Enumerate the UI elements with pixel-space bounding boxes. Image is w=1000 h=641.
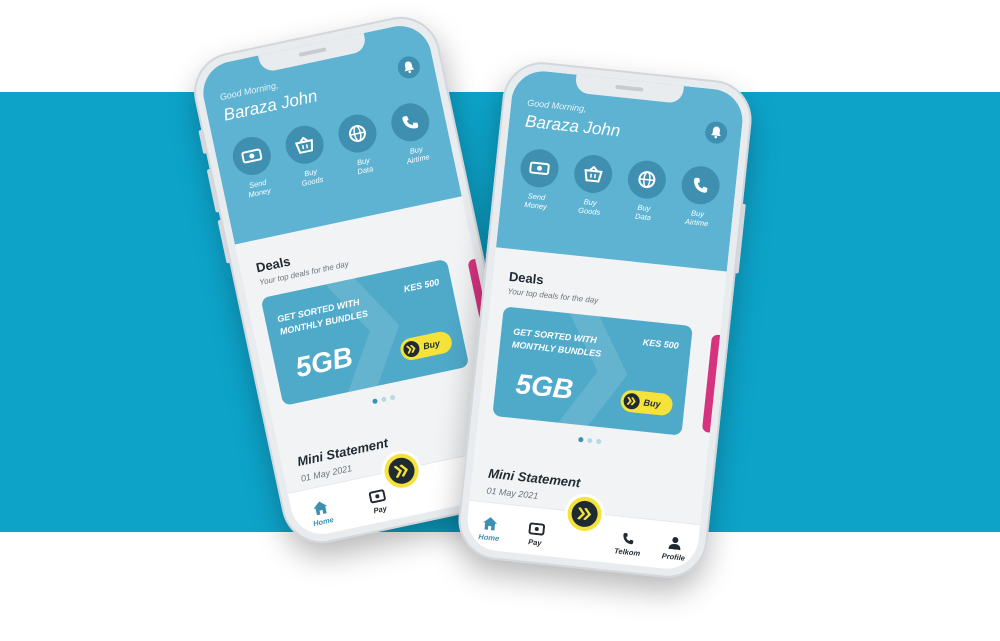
phone-right: Good Morning, Baraza John Send Money Buy… — [454, 58, 756, 582]
cash-icon — [368, 489, 386, 504]
action-label: Buy Data — [634, 202, 652, 223]
basket-icon — [572, 153, 615, 195]
phone-icon — [387, 99, 433, 145]
home-icon — [483, 517, 498, 531]
action-label: Buy Airtime — [684, 208, 709, 229]
buy-label: Buy — [643, 397, 662, 410]
tab-label: Telkom — [613, 546, 641, 558]
double-chevron-icon — [386, 455, 417, 487]
user-name: Baraza John — [524, 111, 622, 141]
action-label: Buy Goods — [577, 197, 601, 217]
chevron-pattern-icon — [317, 269, 400, 404]
carousel-dot[interactable] — [380, 396, 387, 403]
home-icon — [313, 501, 328, 516]
deals-subtitle: Your top deals for the day — [507, 286, 599, 306]
cash-icon — [229, 133, 275, 179]
deal-price: KES 500 — [642, 337, 680, 351]
action-label: Buy Data — [356, 155, 374, 177]
tab-telkom[interactable]: Telkom — [607, 531, 649, 559]
buy-airtime-button[interactable]: Buy Airtime — [382, 99, 444, 169]
buy-data-button[interactable]: Buy Data — [618, 158, 674, 224]
bell-icon — [404, 61, 415, 74]
deal-card[interactable]: GET SORTED WITH MONTHLY BUNDLES KES 500 … — [492, 306, 693, 436]
send-money-button[interactable]: Send Money — [510, 147, 566, 213]
carousel-dot[interactable] — [578, 436, 584, 443]
tab-label: Profile — [661, 551, 686, 563]
header: Good Morning, Baraza John Send Money Buy… — [496, 68, 746, 272]
buy-data-button[interactable]: Buy Data — [329, 110, 391, 180]
double-chevron-icon — [401, 339, 421, 359]
cash-icon — [518, 147, 561, 190]
greeting: Good Morning, — [526, 97, 588, 114]
tab-home[interactable]: Home — [468, 515, 510, 544]
carousel-dot[interactable] — [587, 437, 593, 444]
tab-label: Pay — [372, 503, 388, 516]
deal-card[interactable]: GET SORTED WITH MONTHLY BUNDLES KES 500 … — [260, 258, 470, 406]
tab-label: Pay — [527, 537, 543, 548]
tab-profile[interactable]: Profile — [653, 534, 695, 563]
action-label: Buy Airtime — [405, 144, 431, 166]
double-chevron-icon — [570, 499, 599, 529]
carousel-dots — [578, 436, 602, 445]
send-money-button[interactable]: Send Money — [223, 132, 285, 202]
carousel-dots — [372, 394, 396, 405]
globe-icon — [334, 110, 381, 157]
basket-icon — [282, 122, 328, 168]
phone-screen: Good Morning, Baraza John Send Money Buy… — [464, 68, 746, 572]
phone-icon — [623, 533, 634, 545]
tab-label: Home — [312, 515, 335, 529]
action-label: Send Money — [247, 177, 272, 200]
chevron-pattern-icon — [551, 306, 628, 436]
notification-button[interactable] — [704, 120, 729, 145]
tab-label: Home — [477, 531, 500, 544]
phone-icon — [679, 164, 722, 207]
buy-label: Buy — [422, 338, 441, 352]
deals-title: Deals — [508, 268, 545, 288]
deal-price: KES 500 — [402, 276, 441, 295]
quick-actions: Send Money Buy Goods Buy Data Buy Airtim… — [500, 146, 737, 231]
deal-size: 5GB — [514, 368, 575, 405]
action-label: Buy Goods — [300, 166, 325, 189]
double-chevron-icon — [622, 392, 641, 411]
action-label: Send Money — [523, 191, 548, 212]
globe-icon — [626, 158, 668, 201]
cash-icon — [528, 522, 545, 536]
buy-goods-button[interactable]: Buy Goods — [564, 152, 620, 218]
carousel-dot[interactable] — [372, 398, 378, 405]
profile-icon — [668, 537, 681, 551]
bell-icon — [710, 126, 721, 139]
tab-pay[interactable]: Pay — [515, 521, 557, 549]
tab-pay[interactable]: Pay — [357, 486, 401, 518]
buy-goods-button[interactable]: Buy Goods — [276, 121, 338, 191]
carousel-dot[interactable] — [596, 438, 602, 445]
tab-home[interactable]: Home — [300, 497, 344, 530]
carousel-dot[interactable] — [389, 394, 396, 401]
buy-airtime-button[interactable]: Buy Airtime — [671, 164, 727, 230]
mini-statement-date: 01 May 2021 — [486, 485, 539, 501]
notification-button[interactable] — [395, 54, 422, 81]
